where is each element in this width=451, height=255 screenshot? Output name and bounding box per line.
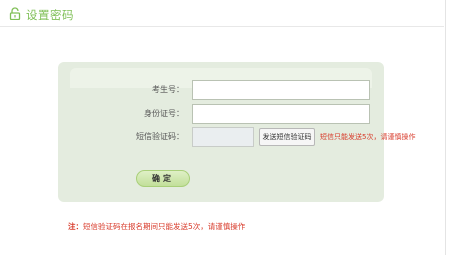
header-divider: [0, 26, 444, 27]
page-title: 设置密码: [26, 8, 74, 22]
right-divider: [445, 0, 446, 255]
form-panel: 考生号： 身份证号： 短信验证码： 发送短信验证码 短信只能发送5次，请谨慎操作…: [58, 62, 415, 202]
id-card-label: 身份证号：: [144, 109, 184, 118]
sms-code-row: 短信验证码： 发送短信验证码 短信只能发送5次，请谨慎操作: [58, 127, 415, 149]
confirm-button[interactable]: 确定: [136, 170, 190, 187]
sms-warning-text: 短信只能发送5次，请谨慎操作: [320, 133, 416, 141]
id-card-input[interactable]: [192, 104, 370, 124]
footnote-text: 短信验证码在报名期间只能发送5次，请谨慎操作: [83, 222, 246, 231]
lock-icon: [9, 7, 21, 20]
sms-code-input[interactable]: [192, 127, 254, 147]
footnote-prefix: 注：: [68, 222, 83, 231]
page-header: 设置密码: [0, 0, 451, 28]
exam-id-row: 考生号：: [58, 80, 384, 102]
id-card-row: 身份证号：: [58, 104, 384, 126]
send-code-button[interactable]: 发送短信验证码: [259, 128, 315, 146]
exam-id-label: 考生号：: [152, 85, 184, 94]
exam-id-input[interactable]: [192, 80, 370, 100]
footnote: 注：短信验证码在报名期间只能发送5次，请谨慎操作: [68, 221, 245, 232]
sms-code-label: 短信验证码：: [136, 132, 184, 141]
